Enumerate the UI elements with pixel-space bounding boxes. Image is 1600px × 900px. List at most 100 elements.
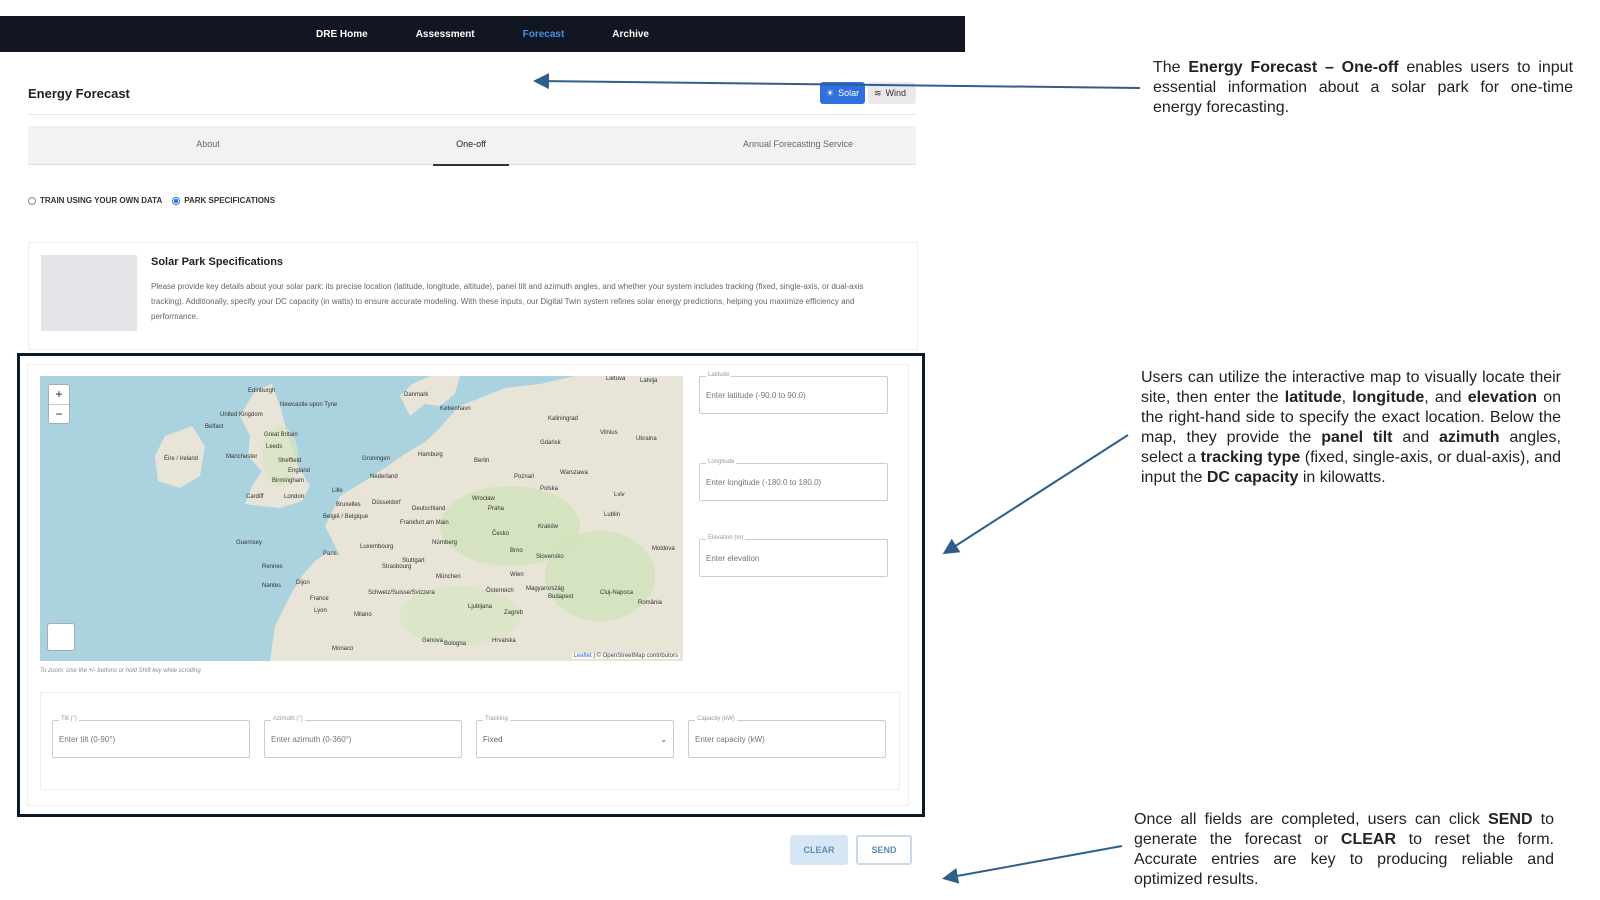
map-place-label: Warszawa [560,470,588,476]
annotation-text: , [1341,389,1353,406]
map-zoom-control: + − [48,384,70,424]
radio-checked-icon [172,196,181,205]
elevation-field[interactable]: Elevation (m) [699,535,888,577]
zoom-in-button[interactable]: + [49,385,69,405]
map-place-label: Nederland [370,474,398,480]
map-place-label: Česko [492,531,510,537]
map-place-label: United Kingdom [220,412,263,418]
radio-park-label: PARK SPECIFICATIONS [184,196,276,205]
map-place-label: Brno [510,548,523,554]
top-nav: DRE Home Assessment Forecast Archive [0,16,965,52]
interactive-map[interactable]: + − Leaflet | © OpenStreetMap contributo… [40,376,683,661]
annotation-text: Once all fields are completed, users can… [1134,811,1489,828]
map-place-label: Cardiff [246,494,264,500]
zoom-hint: To zoom: Use the +/- buttons or hold Shi… [40,668,201,674]
spec-description: Please provide key details about your so… [151,282,864,321]
spec-title: Solar Park Specifications [151,256,284,268]
map-place-label: London [284,494,305,500]
send-button[interactable]: SEND [856,835,912,865]
map-place-label: Sheffield [278,458,302,464]
data-source-radio-group: TRAIN USING YOUR OWN DATA PARK SPECIFICA… [28,196,275,205]
annotation-emphasis: latitude [1284,389,1342,406]
map-place-label: Wien [510,572,524,578]
tilt-input[interactable] [59,721,243,757]
map-place-label: Bologna [444,641,467,647]
map-place-label: Newcastle upon Tyne [280,402,338,408]
radio-park-specifications[interactable]: PARK SPECIFICATIONS [172,196,275,205]
map-place-label: Bruxelles [336,502,361,508]
annotation-map: Users can utilize the interactive map to… [1141,368,1561,488]
annotation-text: The [1153,59,1189,76]
map-place-label: Hamburg [418,452,443,458]
map-place-label: Luxembourg [360,544,394,550]
map-place-label: Genova [422,638,444,644]
annotation-emphasis: CLEAR [1340,831,1397,848]
map-place-label: Ljubljana [468,604,493,610]
annotation-buttons: Once all fields are completed, users can… [1134,810,1554,890]
capacity-input[interactable] [695,721,879,757]
longitude-field[interactable]: Longitude [699,459,888,501]
wind-toggle-button[interactable]: ≋ Wind [868,82,916,104]
map-place-label: Strasbourg [382,564,412,570]
map-place-label: Vilnius [600,430,618,436]
tab-one-off[interactable]: One-off [433,126,509,166]
map-place-label: England [288,468,311,474]
map-place-label: België / Belgique [323,514,369,520]
map-place-label: Leeds [266,444,283,450]
annotation-text: in kilowatts. [1298,469,1386,486]
map-place-label: Berlin [474,458,490,464]
latitude-input[interactable] [706,377,881,413]
elevation-input[interactable] [706,540,881,576]
map-place-label: Polska [540,486,559,492]
solar-label: Solar [838,88,860,98]
nav-assessment[interactable]: Assessment [416,29,475,40]
layers-icon[interactable] [47,623,75,651]
map-place-label: Paris [323,551,337,557]
map-place-label: Gdańsk [540,440,561,446]
radio-train-own-data[interactable]: TRAIN USING YOUR OWN DATA [28,196,162,205]
nav-forecast[interactable]: Forecast [523,29,565,40]
annotation-emphasis: DC capacity [1206,469,1299,486]
map-place-label: Milano [354,612,372,618]
page-title: Energy Forecast [28,86,130,101]
divider [28,114,916,115]
nav-dre-home[interactable]: DRE Home [316,29,368,40]
tracking-select-value[interactable]: Fixed ⌄ [483,721,667,757]
tracking-select[interactable]: Tracking Fixed ⌄ [476,716,674,758]
map-place-label: Poznań [514,474,535,480]
map-place-label: Éire / Ireland [164,456,199,462]
tab-bar: About One-off Annual Forecasting Service [28,126,916,166]
nav-archive[interactable]: Archive [612,29,649,40]
arrow-to-map [942,434,1129,555]
leaflet-link[interactable]: Leaflet [574,653,592,659]
map-place-label: Lublin [604,512,621,518]
map-place-label: Österreich [486,588,514,594]
azimuth-field[interactable]: Azimuth (°) [264,716,462,758]
map-place-label: Kraków [538,524,559,530]
tilt-field[interactable]: Tilt (°) [52,716,250,758]
annotation-emphasis: elevation [1467,389,1538,406]
spec-thumbnail [41,255,137,331]
map-place-label: Budapest [548,594,574,600]
map-place-label: Düsseldorf [372,500,401,506]
annotation-emphasis: SEND [1488,811,1533,828]
solar-toggle-button[interactable]: ☀ Solar [820,82,866,104]
map-place-label: Rennes [262,564,283,570]
capacity-field[interactable]: Capacity (kW) [688,716,886,758]
radio-train-label: TRAIN USING YOUR OWN DATA [40,196,163,205]
map-place-label: Groningen [362,456,391,462]
wind-icon: ≋ [874,87,882,98]
tab-about[interactable]: About [148,126,268,164]
sun-icon: ☀ [826,87,835,98]
map-place-label: România [638,600,663,606]
azimuth-input[interactable] [271,721,455,757]
arrow-to-buttons [942,845,1123,884]
clear-button[interactable]: CLEAR [790,835,848,865]
latitude-field[interactable]: Latitude [699,372,888,414]
map-place-label: Praha [488,506,505,512]
zoom-out-button[interactable]: − [49,405,69,424]
longitude-input[interactable] [706,464,881,500]
map-place-label: Dijon [296,580,310,586]
tab-annual-forecasting[interactable]: Annual Forecasting Service [688,126,908,164]
map-place-label: Cluj-Napoca [600,590,634,596]
